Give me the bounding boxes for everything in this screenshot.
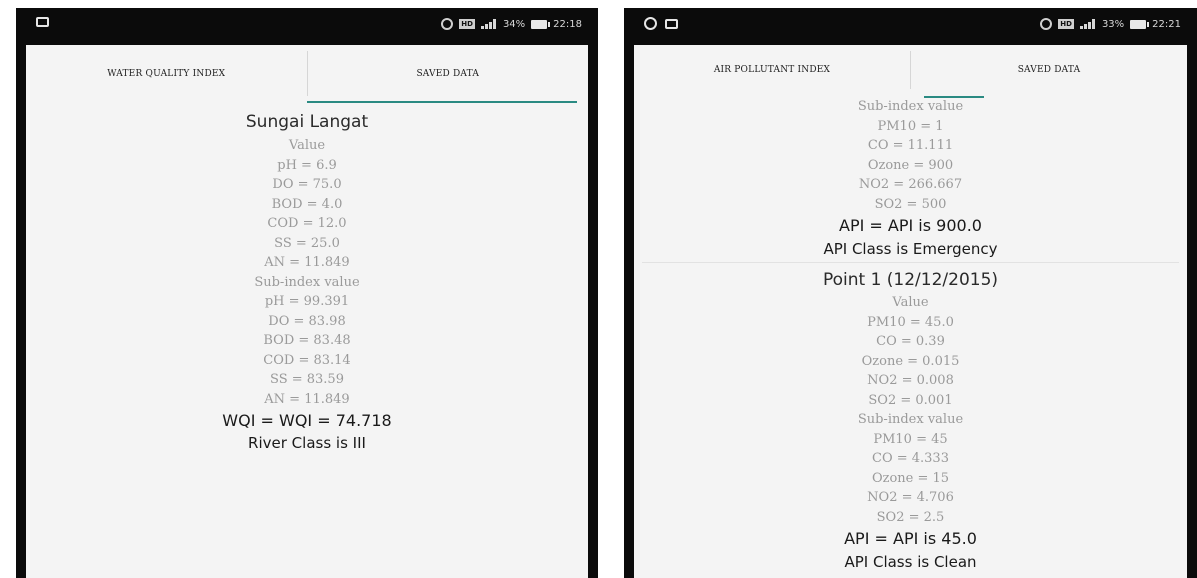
battery-percent: 33%	[1101, 18, 1125, 30]
subindex-cod: COD = 83.14	[263, 352, 351, 368]
saved-record-2: Point 1 (12/12/2015) Value PM10 = 45.0 C…	[634, 267, 1187, 573]
battery-icon	[1130, 19, 1150, 29]
subindex-ss: SS = 83.59	[270, 372, 344, 387]
value-ss: SS = 25.0	[274, 235, 340, 251]
tab-saved-data[interactable]: SAVED DATA	[911, 45, 1187, 95]
phone-water-quality: HD 34% 22:18 WATER QUALITY INDEX SAVED D…	[16, 8, 598, 578]
status-bar: HD 33% 22:21	[624, 8, 1197, 45]
status-bar: HD 34% 22:18	[16, 8, 598, 45]
tab-air-pollutant-index[interactable]: AIR POLLUTANT INDEX	[634, 45, 910, 95]
subindex-pm10: PM10 = 45	[873, 431, 948, 447]
subindex-pm10: PM10 = 1	[877, 118, 944, 134]
clock: 22:18	[553, 18, 582, 30]
subindex-bod: BOD = 83.48	[263, 333, 351, 348]
subindex-header: Sub-index value	[254, 274, 360, 290]
app-screen: AIR POLLUTANT INDEX SAVED DATA Sub-index…	[634, 45, 1187, 578]
signal-icon	[1079, 19, 1096, 29]
subindex-no2: NO2 = 4.706	[867, 490, 954, 505]
record-title: Sungai Langat	[245, 112, 369, 132]
subindex-ozone: Ozone = 15	[871, 470, 950, 486]
app-screen: WATER QUALITY INDEX SAVED DATA Sungai La…	[26, 45, 588, 578]
subindex-header: Sub-index value	[857, 412, 964, 427]
subindex-ozone: Ozone = 900	[867, 157, 954, 173]
value-bod: BOD = 4.0	[271, 196, 343, 212]
subindex-header: Sub-index value	[857, 99, 964, 114]
record-divider	[642, 262, 1179, 263]
notification-icon	[665, 18, 678, 29]
value-ph: pH = 6.9	[277, 157, 337, 173]
tab-bar: AIR POLLUTANT INDEX SAVED DATA	[634, 45, 1187, 95]
tab-saved-data[interactable]: SAVED DATA	[308, 45, 589, 102]
subindex-no2: NO2 = 266.667	[858, 177, 963, 192]
signal-icon	[480, 19, 497, 29]
wqi-result: WQI = WQI = 74.718	[222, 411, 392, 430]
value-so2: SO2 = 0.001	[868, 392, 953, 408]
whatsapp-icon	[644, 17, 657, 30]
saved-record: Sungai Langat Value pH = 6.9 DO = 75.0 B…	[26, 109, 588, 454]
river-class: River Class is III	[248, 434, 366, 452]
battery-percent: 34%	[502, 18, 526, 30]
tab-water-quality-index[interactable]: WATER QUALITY INDEX	[26, 45, 307, 102]
api-result: API = API is 45.0	[844, 529, 977, 548]
subindex-do: DO = 83.98	[268, 313, 346, 329]
battery-icon	[531, 19, 551, 29]
alarm-icon	[441, 18, 454, 30]
subindex-so2: SO2 = 2.5	[876, 509, 945, 525]
value-cod: COD = 12.0	[267, 216, 347, 231]
alarm-icon	[1040, 18, 1053, 30]
notification-icon	[36, 17, 49, 27]
value-co: CO = 0.39	[876, 334, 945, 349]
tab-indicator	[307, 101, 577, 103]
value-pm10: PM10 = 45.0	[867, 314, 954, 330]
phone-air-pollutant: HD 33% 22:21 AIR POLLUTANT INDEX SAVED D…	[624, 8, 1197, 578]
saved-record-1: Sub-index value PM10 = 1 CO = 11.111 Ozo…	[634, 97, 1187, 265]
subindex-co: CO = 4.333	[872, 451, 949, 466]
api-result: API = API is 900.0	[839, 216, 982, 235]
record-title: Point 1 (12/12/2015)	[822, 270, 999, 290]
subindex-an: AN = 11.849	[264, 391, 350, 407]
hd-icon: HD	[1058, 19, 1074, 29]
value-header: Value	[288, 138, 326, 153]
api-class: API Class is Emergency	[823, 240, 998, 258]
tab-bar: WATER QUALITY INDEX SAVED DATA	[26, 45, 588, 102]
value-an: AN = 11.849	[264, 255, 350, 270]
value-do: DO = 75.0	[272, 177, 342, 192]
hd-icon: HD	[459, 19, 475, 29]
value-no2: NO2 = 0.008	[867, 373, 954, 388]
clock: 22:21	[1152, 18, 1181, 30]
subindex-so2: SO2 = 500	[874, 196, 947, 212]
api-class: API Class is Clean	[844, 553, 977, 571]
value-ozone: Ozone = 0.015	[861, 353, 960, 369]
subindex-ph: pH = 99.391	[264, 294, 350, 309]
value-header: Value	[892, 295, 929, 310]
subindex-co: CO = 11.111	[867, 138, 954, 153]
